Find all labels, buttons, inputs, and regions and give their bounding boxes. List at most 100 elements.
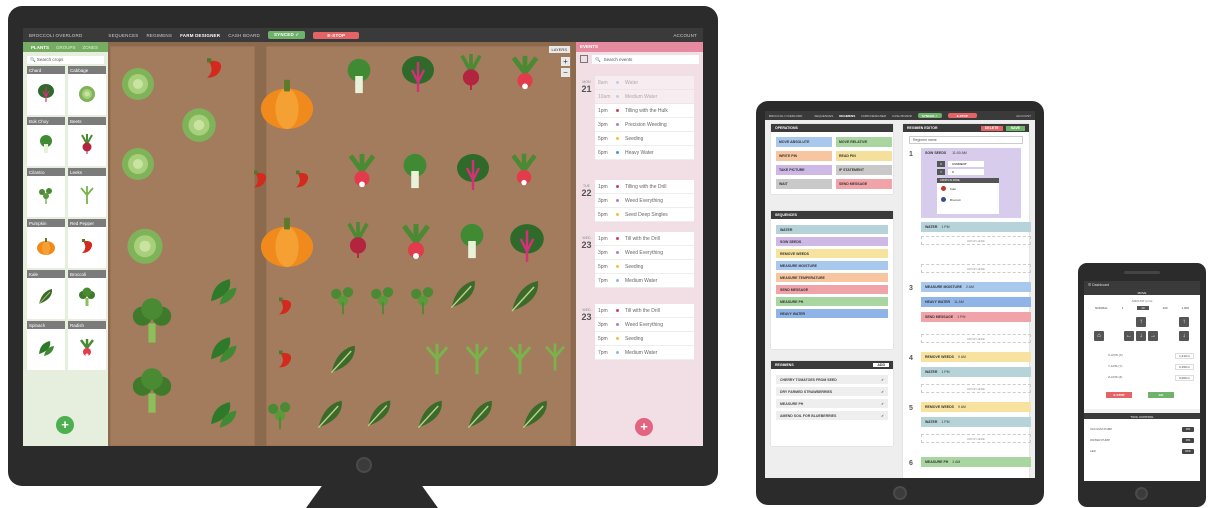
event-item[interactable]: 7pm Medium Water — [595, 346, 694, 360]
event-item[interactable]: 5pm Seeding — [595, 132, 694, 146]
delete-button[interactable]: DELETE — [980, 125, 1003, 131]
crop-card[interactable]: Cabbage — [68, 66, 106, 115]
sequence-item[interactable]: MEASURE MOISTURE — [776, 261, 888, 270]
crop-card[interactable]: Leeks — [68, 168, 106, 217]
nav-sequences[interactable]: SEQUENCES — [108, 33, 138, 38]
crop-card[interactable]: Spinach — [27, 321, 65, 370]
nav-regimens[interactable]: REGIMENS — [146, 33, 172, 38]
event-item[interactable]: 5pm Seeding — [595, 260, 694, 274]
operation-block[interactable]: READ PIN — [836, 151, 892, 161]
map-plant[interactable] — [506, 222, 548, 269]
tool-toggle[interactable]: ON — [1182, 438, 1194, 443]
amount-option[interactable]: 10 — [1137, 306, 1149, 310]
arrow-up-icon[interactable]: ↑ — [1136, 317, 1146, 327]
amount-option[interactable]: 1 — [1122, 306, 1124, 310]
crop-card[interactable]: Chard — [27, 66, 65, 115]
regimen-item[interactable]: DRY FARMED STRAWBERRIES ✓ — [776, 387, 888, 396]
amount-option[interactable]: 1,000 — [1182, 306, 1190, 310]
event-item[interactable]: 6pm Heavy Water — [595, 146, 694, 160]
crop-card[interactable]: Kale — [27, 270, 65, 319]
event-search-input[interactable]: 🔍 Search events — [592, 55, 699, 64]
synced-button[interactable]: SYNCED ✓ — [267, 31, 306, 39]
event-item[interactable]: 8am Water — [595, 76, 694, 90]
crop-search-input[interactable]: 🔍 Search crops — [27, 56, 104, 64]
drop-zone[interactable]: DROP HERE — [921, 264, 1031, 273]
map-plant[interactable] — [343, 152, 381, 195]
map-plant[interactable] — [258, 74, 316, 137]
regimen-step[interactable]: MEASURE PH 2 AM — [921, 457, 1031, 467]
operation-block[interactable]: WAIT — [776, 179, 832, 189]
arrow-left-icon[interactable]: ← — [1124, 331, 1134, 341]
operation-block[interactable]: MOVE RELATIVE — [836, 137, 892, 147]
map-plant[interactable] — [273, 294, 297, 323]
map-plant[interactable] — [200, 54, 228, 87]
map-plant[interactable] — [206, 274, 240, 313]
map-plant[interactable] — [396, 222, 436, 267]
map-plant[interactable] — [420, 342, 454, 381]
sequence-item[interactable]: WATER — [776, 225, 888, 234]
map-plant[interactable] — [460, 342, 494, 381]
crop-option-kale[interactable]: Kale — [937, 183, 999, 194]
sequence-item[interactable]: MEASURE PH — [776, 297, 888, 306]
regimen-item[interactable]: MEASURE PH ✓ — [776, 399, 888, 408]
sequence-item[interactable]: MEASURE TEMPERATURE — [776, 273, 888, 282]
map-plant[interactable] — [118, 142, 158, 187]
crop-card[interactable]: Bok Choy — [27, 117, 65, 166]
map-plant[interactable] — [128, 297, 176, 350]
z-up-icon[interactable]: ↑ — [1179, 317, 1189, 327]
operation-block[interactable]: WRITE PIN — [776, 151, 832, 161]
zoom-out-button[interactable]: − — [561, 68, 570, 77]
add-plant-button[interactable]: + — [56, 416, 74, 434]
crop-option-broccoli[interactable]: Broccoli — [937, 194, 999, 205]
map-plant[interactable] — [118, 62, 158, 107]
event-item[interactable]: 3pm Weed Everything — [595, 194, 694, 208]
regimen-step[interactable]: REMOVE WEEDS 9 AM — [921, 352, 1031, 362]
map-plant[interactable] — [290, 167, 314, 196]
map-plant[interactable] — [463, 397, 499, 438]
tablet-synced-button[interactable]: SYNCED ✓ — [917, 113, 942, 118]
phone-estop-button[interactable]: E-STOP — [1106, 392, 1132, 398]
map-plant[interactable] — [506, 54, 544, 97]
crop-card[interactable]: Radish — [68, 321, 106, 370]
event-item[interactable]: 7pm Medium Water — [595, 274, 694, 288]
tablet-nav-cash-board[interactable]: CASH BOARD — [892, 114, 912, 118]
tab-groups[interactable]: GROUPS — [56, 45, 76, 50]
regimen-step[interactable]: MEASURE MOISTURE 2 AM — [921, 282, 1031, 292]
regimen-step[interactable]: WATER 1 PM — [921, 417, 1031, 427]
map-plant[interactable] — [258, 212, 316, 275]
map-plant[interactable] — [326, 282, 360, 321]
map-plant[interactable] — [518, 397, 554, 438]
phone-go-button[interactable]: GO — [1148, 392, 1174, 398]
nav-farm-designer[interactable]: FARM DESIGNER — [180, 33, 220, 38]
map-plant[interactable] — [406, 282, 440, 321]
map-plant[interactable] — [396, 152, 434, 195]
map-plant[interactable] — [413, 397, 449, 438]
tool-toggle[interactable]: ON — [1182, 427, 1194, 432]
tablet-account-menu[interactable]: ACCOUNT — [1016, 114, 1031, 118]
event-item[interactable]: 3pm Weed Everything — [595, 246, 694, 260]
event-item[interactable]: 1pm Tilling with the Hulk — [595, 104, 694, 118]
map-plant[interactable] — [263, 397, 297, 436]
drop-zone[interactable]: DROP HERE — [921, 434, 1031, 443]
regimen-item[interactable]: AMEND SOIL FOR BLUEBERRIES ✓ — [776, 411, 888, 420]
operation-block[interactable]: TAKE PICTURE — [776, 165, 832, 175]
map-plant[interactable] — [178, 102, 220, 149]
layers-button[interactable]: LAYERS — [548, 46, 570, 53]
map-plant[interactable] — [340, 222, 376, 263]
calendar-icon[interactable] — [580, 55, 588, 63]
tablet-nav-farm-designer[interactable]: FARM DESIGNER — [861, 114, 886, 118]
crop-card[interactable]: Pumpkin — [27, 219, 65, 268]
sequence-item[interactable]: SOW SEEDS — [776, 237, 888, 246]
map-plant[interactable] — [503, 342, 537, 381]
garden-map[interactable]: LAYERS + − — [108, 42, 576, 446]
tool-toggle[interactable]: OFF — [1182, 449, 1194, 454]
operation-block[interactable]: SEND MESSAGE — [836, 179, 892, 189]
map-plant[interactable] — [313, 397, 349, 438]
crop-card[interactable]: Broccoli — [68, 270, 106, 319]
event-item[interactable]: 5pm Seed Deep Singles — [595, 208, 694, 222]
tab-plants[interactable]: PLANTS — [31, 45, 49, 50]
drop-zone[interactable]: DROP HERE — [921, 384, 1031, 393]
map-plant[interactable] — [340, 57, 378, 100]
sow-seeds-step[interactable]: SOW SEEDS 11:00 AM X CURRENT Y 0 CROPS I… — [921, 148, 1021, 218]
regimen-item[interactable]: CHERRY TOMATOES FROM SEED ✓ — [776, 375, 888, 384]
